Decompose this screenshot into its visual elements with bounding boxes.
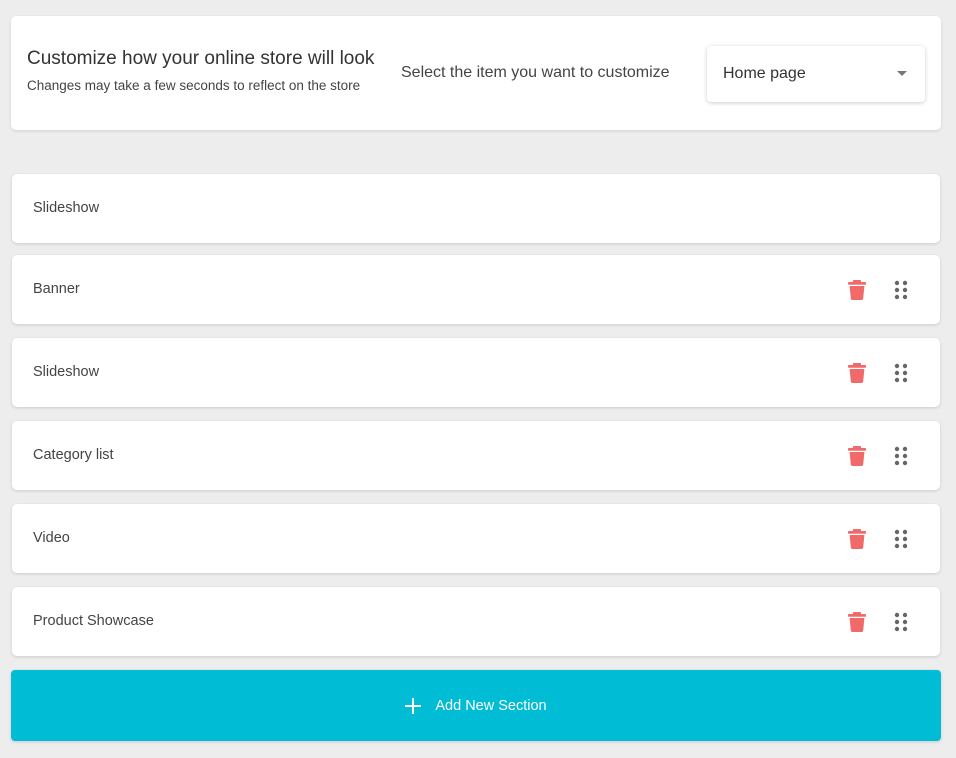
section-card[interactable]: Banner — [12, 255, 940, 324]
trash-icon[interactable] — [848, 529, 866, 549]
select-prompt: Select the item you want to customize — [401, 64, 670, 81]
section-card[interactable]: Video — [12, 504, 940, 573]
header-card: Customize how your online store will loo… — [11, 16, 941, 130]
add-new-section-label: Add New Section — [435, 697, 547, 714]
page-select-value: Home page — [723, 65, 806, 82]
section-label: Product Showcase — [33, 613, 154, 629]
section-card[interactable]: Slideshow — [12, 338, 940, 407]
section-card[interactable]: Category list — [12, 421, 940, 490]
caret-down-icon — [897, 71, 907, 76]
drag-handle-icon[interactable] — [894, 446, 908, 466]
drag-handle-icon[interactable] — [894, 529, 908, 549]
trash-icon[interactable] — [848, 446, 866, 466]
page-select-dropdown[interactable]: Home page — [707, 46, 925, 102]
section-list: Slideshow Banner Slideshow Category list — [12, 174, 940, 670]
section-label: Category list — [33, 447, 114, 463]
section-card[interactable]: Product Showcase — [12, 587, 940, 656]
trash-icon[interactable] — [848, 612, 866, 632]
page-subtitle: Changes may take a few seconds to reflec… — [27, 78, 361, 93]
drag-handle-icon[interactable] — [894, 612, 908, 632]
drag-handle-icon[interactable] — [894, 363, 908, 383]
section-card[interactable]: Slideshow — [12, 174, 940, 243]
page-title: Customize how your online store will loo… — [27, 48, 375, 69]
plus-icon — [405, 697, 422, 714]
trash-icon[interactable] — [848, 363, 866, 383]
section-label: Video — [33, 530, 70, 546]
drag-handle-icon[interactable] — [894, 280, 908, 300]
section-label: Banner — [33, 281, 80, 297]
add-new-section-button[interactable]: Add New Section — [11, 670, 941, 741]
section-label: Slideshow — [33, 200, 100, 216]
section-label: Slideshow — [33, 364, 100, 380]
trash-icon[interactable] — [848, 280, 866, 300]
